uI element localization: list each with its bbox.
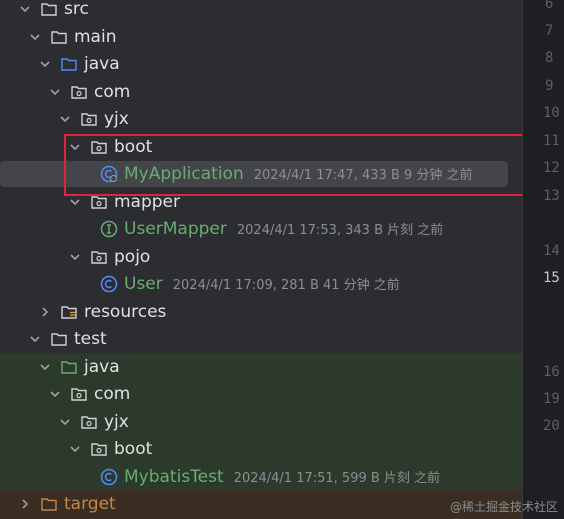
line-number: 12 <box>543 160 560 176</box>
tree-node-label: pojo <box>114 246 151 267</box>
chevron-down-icon[interactable] <box>28 30 42 44</box>
tree-node-yjx[interactable]: yjx <box>58 105 129 132</box>
tree-node-label: com <box>94 81 131 102</box>
package-icon <box>70 83 88 101</box>
chevron-down-icon[interactable] <box>28 332 42 346</box>
file-name: User <box>124 273 163 294</box>
line-number: 9 <box>545 78 554 94</box>
package-icon <box>90 440 108 458</box>
tree-node-label: yjx <box>104 108 129 129</box>
tree-node-label: src <box>64 0 89 19</box>
chevron-right-icon[interactable] <box>38 305 52 319</box>
chevron-down-icon[interactable] <box>68 250 82 264</box>
chevron-down-icon[interactable] <box>18 2 32 16</box>
line-number: 7 <box>545 23 554 39</box>
chevron-down-icon[interactable] <box>68 442 82 456</box>
chevron-down-icon[interactable] <box>58 112 72 126</box>
tree-node-test-java[interactable]: java <box>38 353 120 380</box>
package-icon <box>90 248 108 266</box>
tree-node-main[interactable]: main <box>28 23 116 50</box>
highlight-annotation-box <box>64 134 535 196</box>
package-icon <box>80 413 98 431</box>
line-number: 6 <box>545 0 554 12</box>
tree-file-mybatis-test[interactable]: MybatisTest 2024/4/1 17:51, 599 B 片刻 之前 <box>100 463 440 490</box>
tree-node-java[interactable]: java <box>38 50 120 77</box>
tree-node-test-yjx[interactable]: yjx <box>58 408 129 435</box>
chevron-down-icon[interactable] <box>48 85 62 99</box>
tree-node-label: yjx <box>104 411 129 432</box>
chevron-down-icon[interactable] <box>38 57 52 71</box>
line-number: 8 <box>545 50 554 66</box>
tree-node-test-boot[interactable]: boot <box>68 435 152 462</box>
package-icon <box>70 385 88 403</box>
interface-icon <box>100 220 118 238</box>
class-icon <box>100 275 118 293</box>
chevron-down-icon[interactable] <box>48 387 62 401</box>
tree-node-label: boot <box>114 438 153 459</box>
folder-icon <box>40 0 58 18</box>
line-number: 16 <box>543 364 560 380</box>
project-tree: src main java com yjx boot MyApplication… <box>0 0 535 519</box>
tree-node-pojo[interactable]: pojo <box>68 243 150 270</box>
editor-line-gutter: 6 7 8 9 10 11 12 13 14 15 16 19 20 <box>522 0 564 519</box>
tree-node-label: test <box>74 328 107 349</box>
resources-folder-icon <box>60 303 78 321</box>
chevron-down-icon[interactable] <box>58 415 72 429</box>
tree-node-test[interactable]: test <box>28 325 107 352</box>
file-name: UserMapper <box>124 218 227 239</box>
watermark: @稀土掘金技术社区 <box>449 500 558 514</box>
package-icon <box>80 110 98 128</box>
tree-node-label: com <box>94 383 131 404</box>
tree-node-label: java <box>84 356 120 377</box>
excluded-folder-icon <box>40 495 58 513</box>
tree-node-test-com[interactable]: com <box>48 380 130 407</box>
line-number: 11 <box>543 133 560 149</box>
line-number: 14 <box>543 243 560 259</box>
line-number: 13 <box>543 188 560 204</box>
tree-node-src[interactable]: src <box>18 0 89 22</box>
current-line-number: 15 <box>543 270 560 286</box>
folder-icon <box>50 28 68 46</box>
line-number: 20 <box>543 418 560 434</box>
file-meta: 2024/4/1 17:09, 281 B 41 分钟 之前 <box>172 278 400 293</box>
source-folder-icon <box>60 55 78 73</box>
line-number: 19 <box>543 391 560 407</box>
tree-node-com[interactable]: com <box>48 78 130 105</box>
file-meta: 2024/4/1 17:53, 343 B 片刻 之前 <box>236 223 444 238</box>
file-meta: 2024/4/1 17:51, 599 B 片刻 之前 <box>233 471 441 486</box>
tree-file-user-mapper[interactable]: UserMapper 2024/4/1 17:53, 343 B 片刻 之前 <box>100 215 443 242</box>
folder-icon <box>50 330 68 348</box>
tree-node-target[interactable]: target <box>18 490 116 517</box>
tree-file-user[interactable]: User 2024/4/1 17:09, 281 B 41 分钟 之前 <box>100 270 400 297</box>
tree-node-label: java <box>84 53 120 74</box>
file-name: MybatisTest <box>124 466 224 487</box>
class-icon <box>100 468 118 486</box>
chevron-right-icon[interactable] <box>18 497 32 511</box>
tree-node-label: main <box>74 26 117 47</box>
line-number: 10 <box>543 105 560 121</box>
test-source-folder-icon <box>60 358 78 376</box>
tree-node-resources[interactable]: resources <box>38 298 166 325</box>
chevron-down-icon[interactable] <box>38 360 52 374</box>
tree-node-label: resources <box>84 301 167 322</box>
chevron-down-icon[interactable] <box>68 195 82 209</box>
tree-node-label: target <box>64 493 116 514</box>
